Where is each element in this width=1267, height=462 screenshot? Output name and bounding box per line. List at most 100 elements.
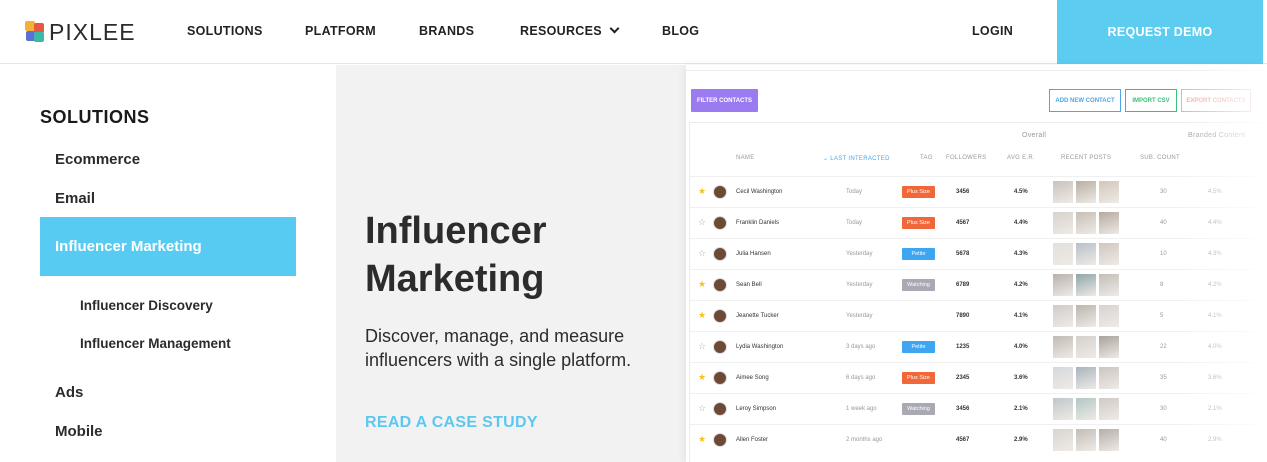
recent-post-thumbnail[interactable] (1053, 398, 1073, 420)
avatar (713, 371, 727, 385)
cell-avg: 3.6% (1014, 375, 1028, 381)
cell-name[interactable]: Jeanette Tucker (736, 313, 779, 319)
sidebar-item-ads[interactable]: Ads (55, 384, 83, 401)
recent-post-thumbnail[interactable] (1076, 212, 1096, 234)
add-contact-button[interactable]: ADD NEW CONTACT (1049, 89, 1121, 112)
recent-post-thumbnail[interactable] (1099, 398, 1119, 420)
sidebar-item-email[interactable]: Email (55, 190, 95, 207)
recent-post-thumbnail[interactable] (1099, 367, 1119, 389)
cell-name[interactable]: Lydia Washington (736, 344, 783, 350)
nav-blog[interactable]: BLOG (662, 24, 699, 38)
login-link[interactable]: LOGIN (972, 24, 1013, 38)
table-row[interactable]: ☆ Franklin Daniels Today 4567 4.4% 40 4.4% Plus… (690, 207, 1267, 238)
nav-platform[interactable]: PLATFORM (305, 24, 376, 38)
table-row[interactable]: ★ Sean Bell Yesterday 6789 4.2% 8 4.2% Watching (690, 269, 1267, 300)
tag-badge[interactable]: Plus Size (902, 186, 935, 198)
recent-post-thumbnail[interactable] (1076, 367, 1096, 389)
recent-post-thumbnail[interactable] (1076, 429, 1096, 451)
table-row[interactable]: ★ Jeanette Tucker Yesterday 7890 4.1% 5 4.1% (690, 300, 1267, 331)
recent-post-thumbnail[interactable] (1053, 305, 1073, 327)
sidebar-item-mobile[interactable]: Mobile (55, 423, 103, 440)
cell-name[interactable]: Julia Hansen (736, 251, 771, 257)
recent-post-thumbnail[interactable] (1053, 429, 1073, 451)
recent-post-thumbnail[interactable] (1076, 305, 1096, 327)
star-icon[interactable]: ☆ (698, 404, 706, 413)
star-icon[interactable]: ★ (698, 311, 706, 320)
table-row[interactable]: ☆ Lydia Washington 3 days ago 1235 4.0% 22 4.0… (690, 331, 1267, 362)
cell-name[interactable]: Leroy Simpson (736, 406, 776, 412)
recent-post-thumbnail[interactable] (1099, 336, 1119, 358)
sidebar-subitem-influencer-discovery[interactable]: Influencer Discovery (80, 298, 213, 313)
recent-post-thumbnail[interactable] (1099, 212, 1119, 234)
col-followers[interactable]: FOLLOWERS (946, 155, 986, 161)
nav-resources[interactable]: RESOURCES (520, 23, 620, 38)
sidebar-item-ecommerce[interactable]: Ecommerce (55, 151, 140, 168)
cell-name[interactable]: Aimee Song (736, 375, 769, 381)
tag-badge[interactable]: Plus Size (902, 217, 935, 229)
request-demo-button[interactable]: REQUEST DEMO (1057, 0, 1263, 64)
recent-post-thumbnail[interactable] (1099, 243, 1119, 265)
recent-post-thumbnail[interactable] (1053, 212, 1073, 234)
tag-badge[interactable]: Petite (902, 248, 935, 260)
sidebar-item-influencer-marketing[interactable]: Influencer Marketing (40, 217, 296, 276)
col-last-interacted[interactable]: ⌄ LAST INTERACTED (823, 155, 890, 162)
tag-badge[interactable]: Petite (902, 341, 935, 353)
sidebar-subitem-influencer-management[interactable]: Influencer Management (80, 336, 231, 351)
cell-name[interactable]: Sean Bell (736, 282, 762, 288)
recent-post-thumbnail[interactable] (1076, 336, 1096, 358)
star-icon[interactable]: ★ (698, 187, 706, 196)
recent-post-thumbnail[interactable] (1053, 181, 1073, 203)
tag-badge[interactable]: Watching (902, 403, 935, 415)
cell-avg: 4.4% (1014, 220, 1028, 226)
nav-brands[interactable]: BRANDS (419, 24, 474, 38)
cell-last: Yesterday (846, 282, 873, 288)
table-row[interactable]: ★ Cecil Washington Today 3456 4.5% 30 4.5% Plus… (690, 176, 1267, 207)
table-row[interactable]: ☆ Julia Hansen Yesterday 5678 4.3% 10 4.3% Peti… (690, 238, 1267, 269)
read-case-study-link[interactable]: READ A CASE STUDY (365, 414, 538, 432)
recent-post-thumbnail[interactable] (1099, 305, 1119, 327)
import-csv-button[interactable]: IMPORT CSV (1125, 89, 1177, 112)
recent-post-thumbnail[interactable] (1099, 274, 1119, 296)
chevron-down-icon (609, 23, 620, 34)
recent-post-thumbnail[interactable] (1053, 336, 1073, 358)
recent-post-thumbnail[interactable] (1076, 274, 1096, 296)
cell-sub: 35 (1160, 375, 1167, 381)
col-last-interacted-label: LAST INTERACTED (830, 156, 890, 162)
recent-post-thumbnail[interactable] (1053, 274, 1073, 296)
col-tag[interactable]: TAG (920, 155, 933, 161)
recent-post-thumbnail[interactable] (1053, 367, 1073, 389)
recent-post-thumbnail[interactable] (1076, 243, 1096, 265)
star-icon[interactable]: ☆ (698, 218, 706, 227)
star-icon[interactable]: ★ (698, 373, 706, 382)
table-row[interactable]: ☆ Leroy Simpson 1 week ago 3456 2.1% 30 2.1% Wa… (690, 393, 1267, 424)
star-icon[interactable]: ☆ (698, 249, 706, 258)
table-row[interactable]: ★ Allen Foster 2 months ago 4567 2.9% 40 2.9% (690, 424, 1267, 455)
sidebar-heading: SOLUTIONS (40, 107, 150, 127)
recent-post-thumbnail[interactable] (1076, 398, 1096, 420)
pixlee-logo[interactable]: PIXLEE (25, 19, 136, 45)
recent-post-thumbnail[interactable] (1053, 243, 1073, 265)
star-icon[interactable]: ★ (698, 280, 706, 289)
recent-post-thumbnail[interactable] (1076, 181, 1096, 203)
cell-branded: 2.9% (1208, 437, 1222, 443)
cell-branded: 4.0% (1208, 344, 1222, 350)
col-sub-count[interactable]: SUB. COUNT (1140, 155, 1180, 161)
cell-name[interactable]: Franklin Daniels (736, 220, 779, 226)
star-icon[interactable]: ☆ (698, 342, 706, 351)
col-avg-er[interactable]: AVG E.R. (1007, 155, 1035, 161)
recent-post-thumbnail[interactable] (1099, 429, 1119, 451)
cell-name[interactable]: Cecil Washington (736, 189, 782, 195)
col-name[interactable]: NAME (736, 155, 755, 161)
table-row[interactable]: ★ Aimee Song 6 days ago 2345 3.6% 35 3.6% Plus … (690, 362, 1267, 393)
filter-contacts-button[interactable]: FILTER CONTACTS (691, 89, 758, 112)
col-recent-posts: RECENT POSTS (1061, 155, 1112, 161)
cell-name[interactable]: Allen Foster (736, 437, 768, 443)
avatar (713, 185, 727, 199)
star-icon[interactable]: ★ (698, 435, 706, 444)
recent-post-thumbnail[interactable] (1099, 181, 1119, 203)
cell-avg: 4.1% (1014, 313, 1028, 319)
export-contacts-button[interactable]: EXPORT CONTACTS (1181, 89, 1251, 112)
tag-badge[interactable]: Watching (902, 279, 935, 291)
nav-solutions[interactable]: SOLUTIONS (187, 24, 263, 38)
tag-badge[interactable]: Plus Size (902, 372, 935, 384)
